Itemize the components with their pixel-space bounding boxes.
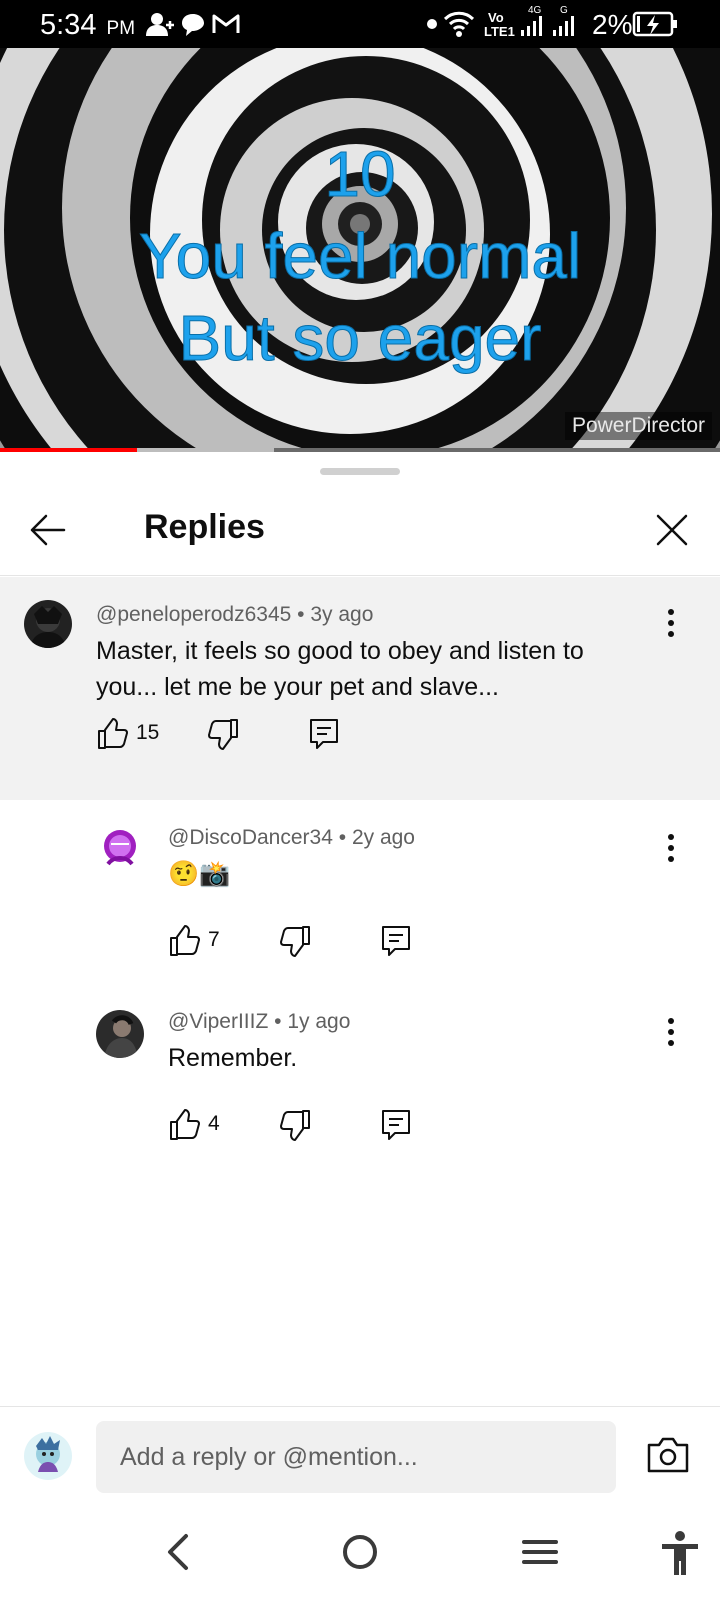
more-options-icon[interactable]: [656, 603, 686, 643]
drag-handle[interactable]: [320, 468, 400, 475]
reply-icon[interactable]: [380, 924, 412, 958]
comment-meta: @peneloperodz6345 • 3y ago: [96, 603, 374, 626]
like-count: 15: [136, 721, 160, 744]
comment-author[interactable]: @DiscoDancer34: [168, 826, 333, 849]
notification-dot-icon: [427, 19, 437, 29]
parent-comment: @peneloperodz6345 • 3y ago Master, it fe…: [0, 577, 720, 800]
comment-meta: @ViperIIIZ • 1y ago: [168, 1010, 351, 1033]
reply-composer: [0, 1406, 720, 1506]
reply-input[interactable]: [96, 1421, 616, 1493]
screen: 5:34 PM Vo LTE1 4G G 2% 10 You feel norm…: [0, 0, 720, 1600]
avatar: [24, 1432, 72, 1480]
comment-text: Remember.: [168, 1044, 298, 1072]
comment-actions: 7: [168, 924, 428, 964]
watermark: PowerDirector: [564, 412, 712, 440]
home-circle-icon[interactable]: [336, 1528, 384, 1576]
like-count: 4: [208, 1112, 220, 1135]
avatar[interactable]: [24, 600, 72, 648]
comment-author[interactable]: @peneloperodz6345: [96, 603, 291, 626]
more-options-icon[interactable]: [656, 828, 686, 868]
comment-meta: @DiscoDancer34 • 2y ago: [168, 826, 415, 849]
accessibility-icon[interactable]: [656, 1528, 704, 1576]
camera-icon[interactable]: [646, 1435, 690, 1475]
arrow-left-icon[interactable]: [26, 508, 70, 552]
comment-author[interactable]: @ViperIIIZ: [168, 1010, 268, 1033]
replies-header: Replies: [0, 480, 720, 576]
overlay-line-2: You feel normal: [138, 220, 582, 293]
video-player[interactable]: 10 You feel normal But so eager PowerDir…: [0, 48, 720, 452]
comment-actions: 4: [168, 1108, 428, 1148]
comment-age: 3y ago: [310, 603, 374, 626]
signal-sim2-icon: [553, 16, 574, 36]
gmail-icon: [212, 14, 240, 33]
like-icon[interactable]: [96, 717, 128, 751]
wifi-icon: [443, 11, 475, 37]
like-count: 7: [208, 928, 220, 951]
dislike-icon[interactable]: [280, 924, 312, 958]
reply-comment: @ViperIIIZ • 1y ago Remember. 4: [0, 984, 720, 1168]
reply-icon[interactable]: [308, 717, 340, 751]
more-options-icon[interactable]: [656, 1012, 686, 1052]
add-person-icon: [146, 13, 174, 36]
signal-sim1-icon: [521, 16, 542, 36]
comment-actions: 15: [96, 717, 356, 757]
battery-percent: 2%: [592, 9, 633, 40]
avatar[interactable]: [96, 1010, 144, 1058]
battery-charging-icon: [632, 11, 677, 37]
comment-text: Master, it feels so good to obey and lis…: [96, 637, 584, 701]
status-bar: 5:34 PM Vo LTE1 4G G 2%: [0, 0, 720, 48]
lte-label: LTE1: [484, 24, 515, 39]
comment-age: 1y ago: [287, 1010, 351, 1033]
close-icon[interactable]: [650, 508, 694, 552]
dislike-icon[interactable]: [280, 1108, 312, 1142]
like-icon[interactable]: [168, 1108, 200, 1142]
status-time: 5:34 PM: [40, 9, 136, 41]
menu-lines-icon[interactable]: [516, 1528, 564, 1576]
comment-text: 🤨📸: [168, 860, 231, 888]
dislike-icon[interactable]: [208, 717, 240, 751]
volte-label: Vo: [488, 10, 504, 25]
like-icon[interactable]: [168, 924, 200, 958]
chat-bubble-icon: [182, 14, 204, 36]
overlay-line-3: But so eager: [178, 302, 542, 375]
page-title: Replies: [144, 508, 265, 546]
avatar[interactable]: [96, 824, 144, 872]
reply-icon[interactable]: [380, 1108, 412, 1142]
back-chevron-icon[interactable]: [156, 1528, 204, 1576]
system-nav-bar: [0, 1506, 720, 1600]
reply-comment: @DiscoDancer34 • 2y ago 🤨📸 7: [0, 800, 720, 984]
comment-age: 2y ago: [351, 826, 415, 849]
overlay-line-count: 10: [324, 138, 396, 211]
